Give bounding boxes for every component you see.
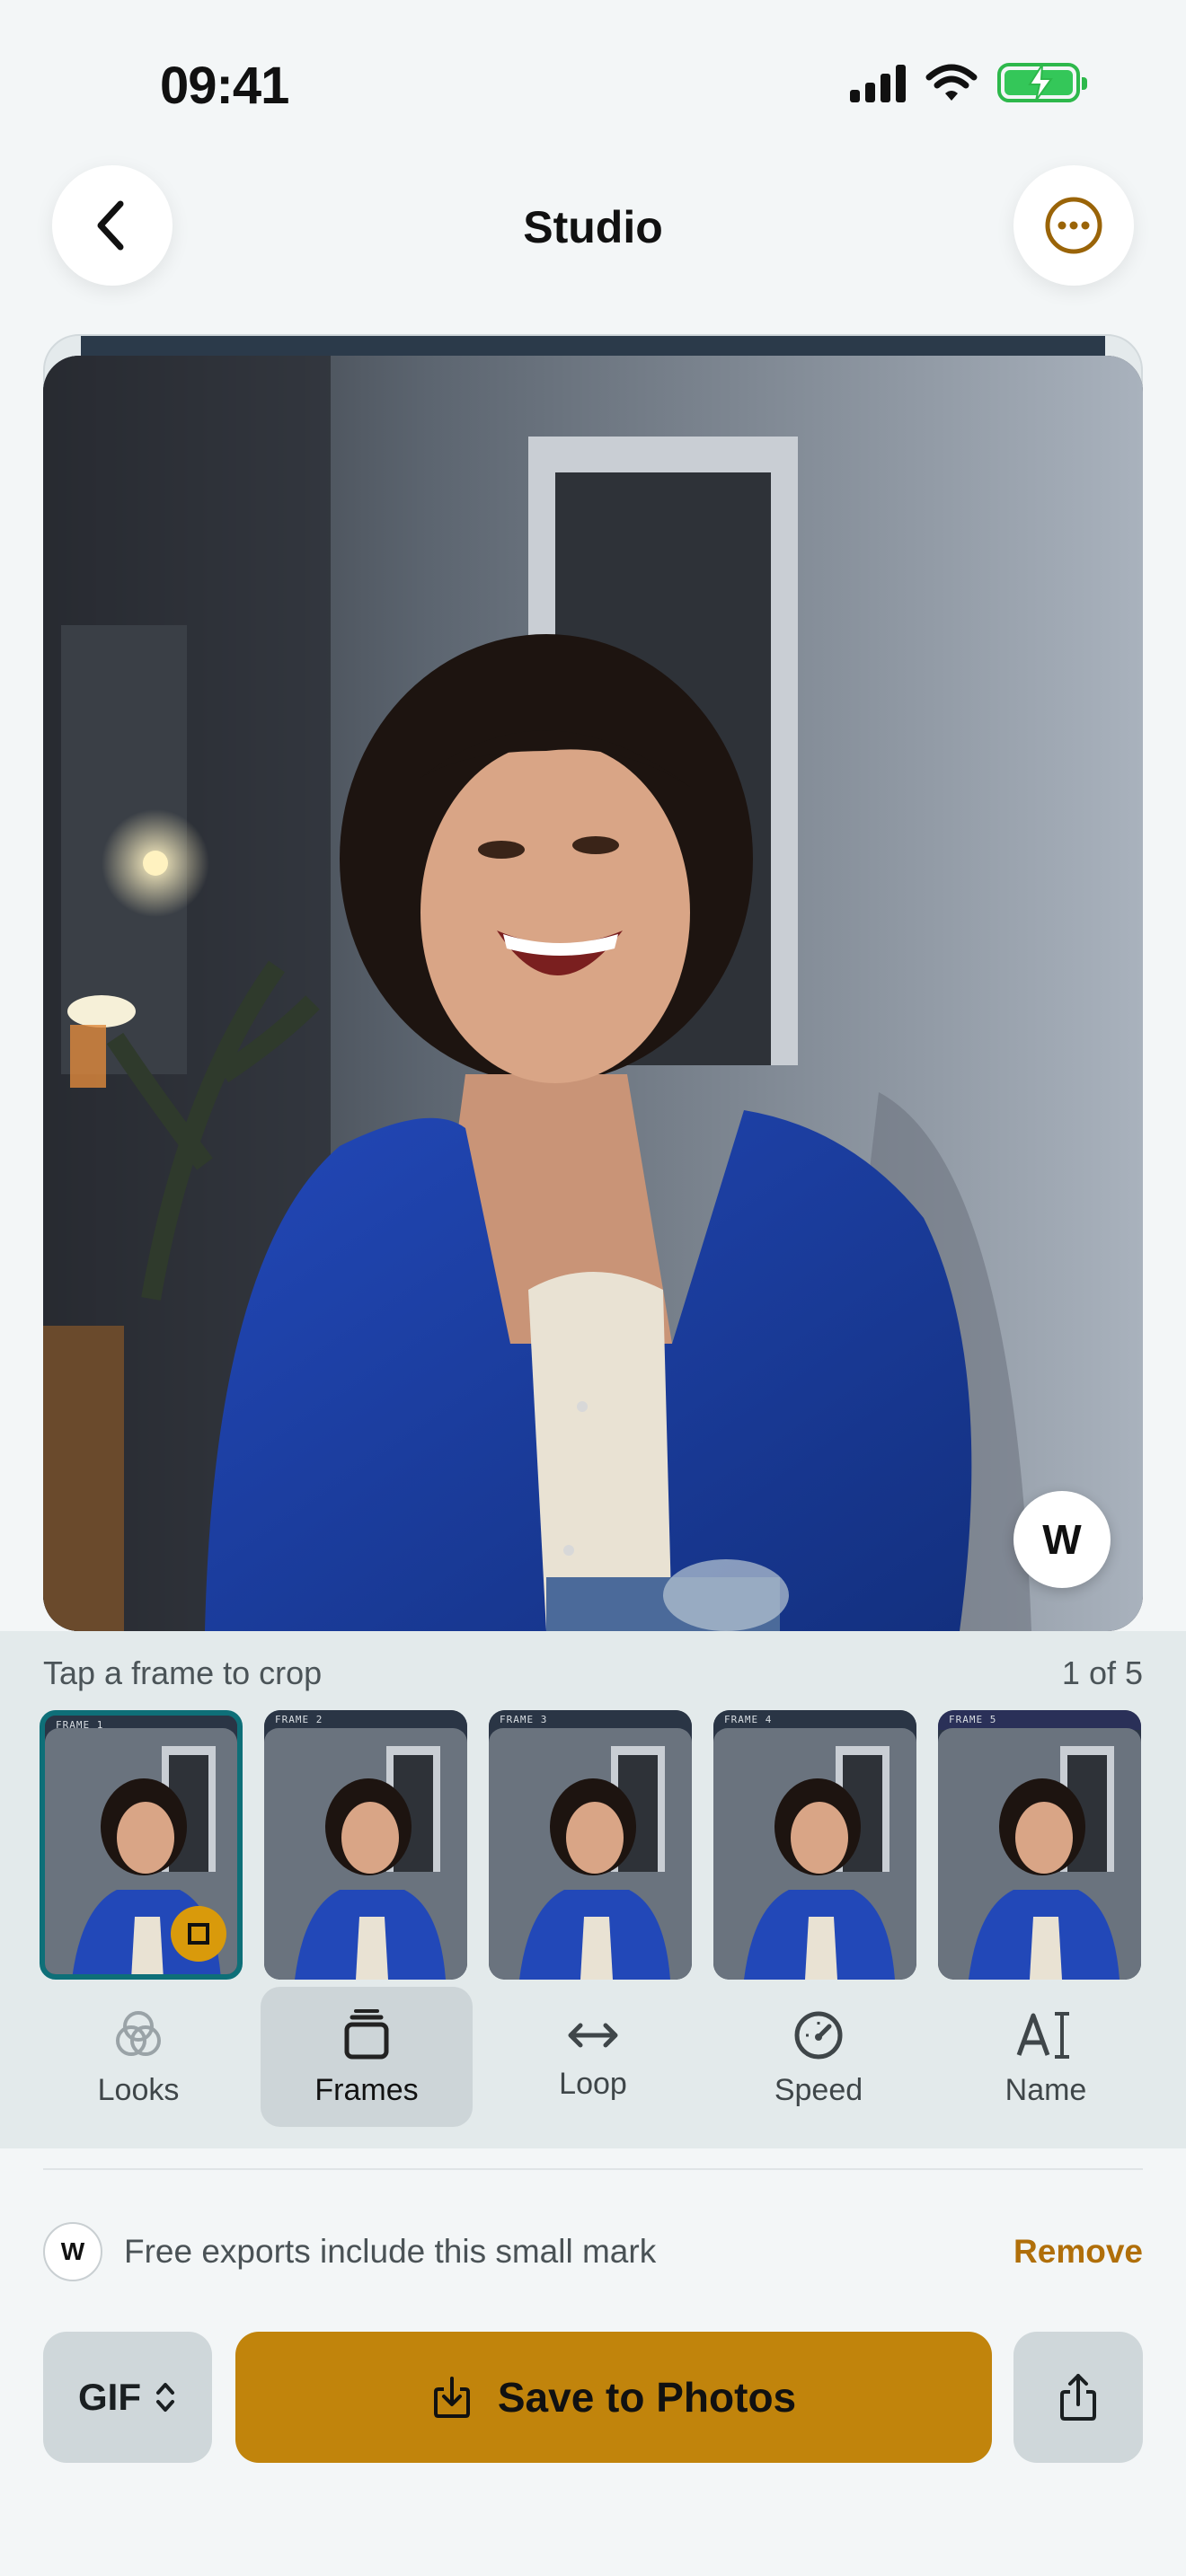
watermark-notice-text: Free exports include this small mark bbox=[124, 2233, 657, 2270]
format-value: GIF bbox=[78, 2376, 141, 2418]
ellipsis-circle-icon bbox=[1045, 197, 1102, 254]
tool-name[interactable]: Name bbox=[940, 1987, 1152, 2127]
share-button[interactable] bbox=[1013, 2332, 1143, 2463]
tool-label: Name bbox=[1005, 2072, 1087, 2107]
save-to-photos-button[interactable]: Save to Photos bbox=[235, 2332, 992, 2463]
watermark-badge: W bbox=[1013, 1491, 1111, 1588]
divider bbox=[43, 2168, 1143, 2170]
photo-preview-stack: W bbox=[43, 334, 1143, 1631]
frame-thumbnails: FRAME 1 FRAME 2 FRAME 3 FRAME 4 FRAME 5 bbox=[40, 1710, 1146, 1983]
save-button-label: Save to Photos bbox=[497, 2374, 797, 2421]
portrait-photo bbox=[43, 356, 1143, 1631]
status-icons bbox=[850, 63, 1087, 102]
tool-speed[interactable]: Speed bbox=[712, 1987, 925, 2127]
editor-panel: Tap a frame to crop 1 of 5 FRAME 1 FRAME… bbox=[0, 1631, 1186, 2148]
frame-label: FRAME 3 bbox=[500, 1714, 548, 1725]
page-title: Studio bbox=[523, 202, 663, 252]
frame-image bbox=[489, 1728, 692, 1980]
editor-toolbar: Looks Frames Loop Speed Name bbox=[0, 1987, 1186, 2130]
frames-icon bbox=[344, 2008, 389, 2059]
tool-label: Frames bbox=[314, 2072, 419, 2107]
looks-icon bbox=[116, 2010, 161, 2056]
tool-frames[interactable]: Frames bbox=[261, 1987, 473, 2127]
chevron-up-down-icon bbox=[156, 2383, 174, 2412]
frame-image bbox=[938, 1728, 1141, 1980]
tool-label: Looks bbox=[97, 2072, 180, 2107]
watermark-logo: W bbox=[43, 2222, 102, 2281]
download-icon bbox=[433, 2377, 470, 2418]
format-picker-button[interactable]: GIF bbox=[43, 2332, 212, 2463]
frame-thumbnail-3[interactable]: FRAME 3 bbox=[489, 1710, 692, 1980]
frame-image bbox=[264, 1728, 467, 1980]
frame-counter: 1 of 5 bbox=[1061, 1654, 1143, 1691]
tool-label: Speed bbox=[774, 2072, 863, 2107]
frame-thumbnail-1[interactable]: FRAME 1 bbox=[40, 1710, 243, 1980]
loop-arrows-icon bbox=[568, 2023, 618, 2047]
frame-label: FRAME 5 bbox=[949, 1714, 997, 1725]
tool-looks[interactable]: Looks bbox=[32, 1987, 244, 2127]
frame-thumbnail-2[interactable]: FRAME 2 bbox=[264, 1710, 467, 1980]
watermark-notice: W Free exports include this small mark R… bbox=[43, 2222, 1143, 2281]
crop-icon bbox=[171, 1906, 226, 1962]
wifi-icon bbox=[925, 64, 978, 101]
tool-label: Loop bbox=[559, 2066, 627, 2101]
frame-label: FRAME 4 bbox=[724, 1714, 773, 1725]
text-cursor-icon bbox=[1016, 2011, 1069, 2059]
frame-thumbnail-4[interactable]: FRAME 4 bbox=[713, 1710, 916, 1980]
tool-loop[interactable]: Loop bbox=[487, 1987, 699, 2127]
battery-charging-icon bbox=[997, 63, 1087, 102]
cellular-signal-icon bbox=[850, 63, 906, 102]
remove-watermark-link[interactable]: Remove bbox=[1013, 2233, 1143, 2271]
crop-hint: Tap a frame to crop bbox=[43, 1654, 323, 1691]
more-options-button[interactable] bbox=[1013, 165, 1134, 286]
action-bar: GIF Save to Photos bbox=[43, 2332, 1143, 2463]
speedometer-icon bbox=[794, 2011, 843, 2059]
frame-thumbnail-5[interactable]: FRAME 5 bbox=[938, 1710, 1141, 1980]
status-time: 09:41 bbox=[160, 57, 289, 115]
frame-image bbox=[713, 1728, 916, 1980]
photo-preview[interactable]: W bbox=[43, 356, 1143, 1631]
share-icon bbox=[1060, 2374, 1096, 2421]
status-bar: 09:41 bbox=[0, 0, 1186, 171]
frame-label: FRAME 2 bbox=[275, 1714, 323, 1725]
